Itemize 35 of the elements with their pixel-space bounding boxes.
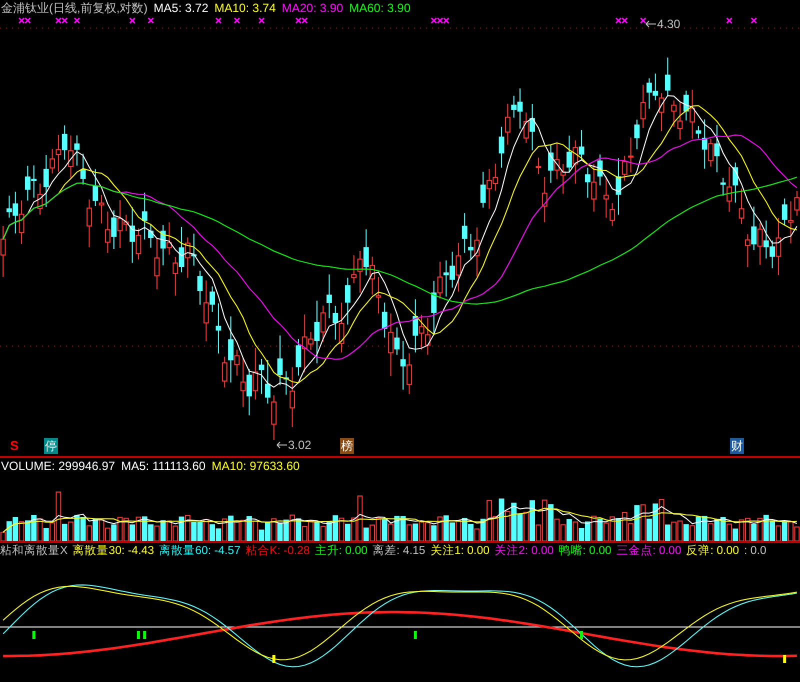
legend-value: MA10: 3.74 [214,0,276,16]
signal-tick [272,655,276,663]
legend-value: 离散量60: -4.57 [159,543,240,559]
event-badge[interactable]: 榜 [340,438,354,454]
signal-tick [32,631,36,639]
signal-tick [414,631,417,639]
legend-value: MA10: 97633.60 [212,458,300,473]
legend-value: 主升: 0.00 [314,543,368,559]
signal-tick [580,631,584,639]
legend-value: MA5: 111113.60 [121,458,206,473]
legend-value: 关注1: 0.00 [430,543,490,559]
price-label: 3.02 [288,437,312,453]
signal-tick [136,631,140,639]
chart-title: 金浦钛业(日线,前复权,对数) [1,0,148,16]
arrow-icon [276,441,288,449]
legend-value: 离差: 4.15 [372,543,426,559]
legend-value: MA20: 3.90 [282,0,344,16]
signal-marker: S [10,438,19,454]
legend-value: 粘和离散量X [0,543,68,559]
legend-value: MA60: 3.90 [349,0,410,16]
legend-value: 三金点: 0.00 [616,544,682,559]
legend-value: 离散量30: -4.43 [72,543,154,559]
legend-value: MA5: 3.72 [154,0,208,16]
event-badge[interactable]: 停 [44,438,58,454]
legend-value: 粘合K: -0.28 [245,544,310,559]
legend-value: : 0.0 [744,544,766,559]
legend-value: 反弹: 0.00 [686,544,740,559]
signal-tick [783,655,786,663]
signal-tick [143,631,146,639]
legend-value: 鸭嘴: 0.00 [558,544,612,559]
legend-value: 关注2: 0.00 [494,543,554,559]
arrow-icon [645,20,657,28]
legend-value: VOLUME: 299946.97 [1,458,116,473]
price-label: 4.30 [657,16,680,32]
event-badge[interactable]: 财 [730,438,744,454]
